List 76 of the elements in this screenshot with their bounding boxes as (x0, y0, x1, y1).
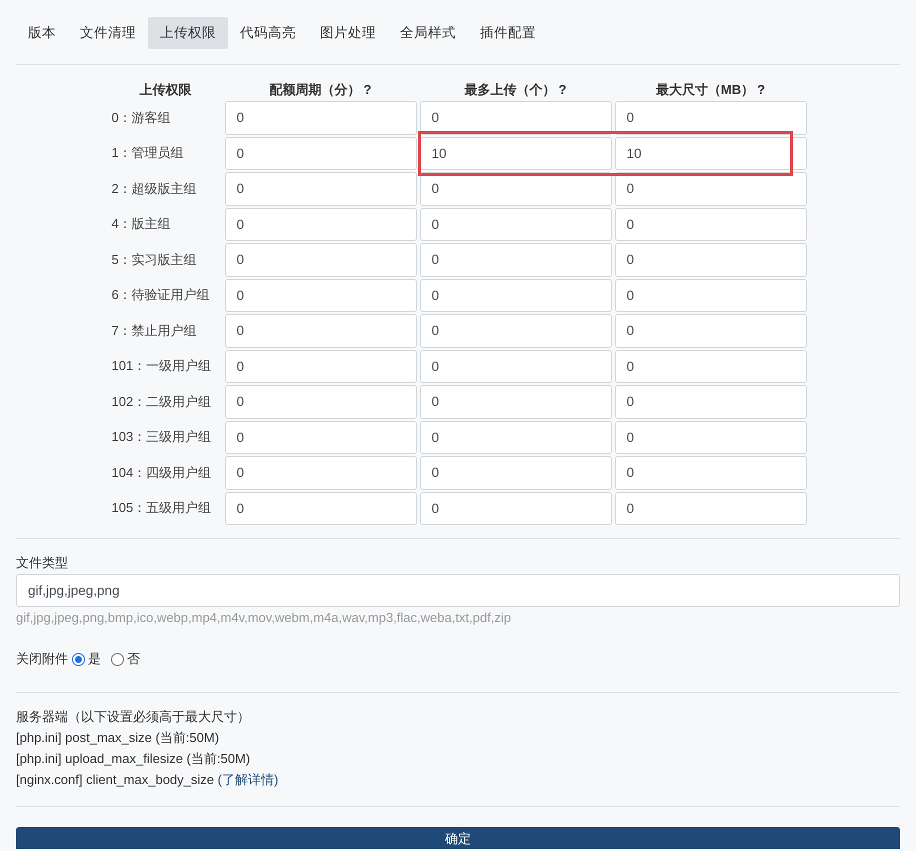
group-label: 103：三级用户组 (110, 428, 212, 446)
number-field[interactable]: 0 (420, 492, 612, 525)
column-header: 上传权限 (140, 82, 192, 97)
number-field[interactable]: 0 (224, 350, 416, 383)
number-field[interactable]: 0 (420, 208, 612, 241)
details-link[interactable]: (了解详情) (218, 772, 278, 787)
allowed-types-hint: gif,jpg,jpeg,png,bmp,ico,webp,mp4,m4v,mov,webm,m4a,wav,mp3,flac,weba,txt,pdf,zip (16, 610, 512, 626)
number-field[interactable]: 0 (224, 172, 416, 206)
number-field[interactable]: 0 (420, 385, 612, 418)
number-field[interactable]: 0 (420, 243, 612, 276)
number-field[interactable]: 0 (614, 350, 806, 383)
field-label: 文件类型 (16, 554, 69, 572)
number-field[interactable]: 0 (614, 385, 806, 418)
tab[interactable]: 全局样式 (388, 17, 468, 49)
number-field[interactable]: 0 (224, 314, 416, 348)
radio-icon[interactable] (111, 652, 124, 666)
number-field[interactable]: 0 (224, 492, 416, 525)
group-label: 7：禁止用户组 (110, 322, 198, 340)
number-field[interactable]: 10 (614, 136, 806, 170)
help-mark[interactable]: ? (558, 82, 566, 97)
number-field[interactable]: 0 (420, 101, 612, 134)
number-field[interactable]: 0 (614, 278, 806, 312)
number-field[interactable]: 0 (224, 456, 416, 490)
radio-option[interactable]: 否 (111, 651, 140, 667)
tab[interactable]: 上传权限 (148, 17, 228, 49)
group-label: 104：四级用户组 (110, 464, 212, 482)
group-label: 101：一级用户组 (110, 357, 212, 376)
number-field[interactable]: 0 (420, 456, 612, 490)
radio-option[interactable]: 是 (72, 651, 101, 667)
server-note: [php.ini] upload_max_filesize (当前:50M) (16, 750, 252, 768)
number-field[interactable]: 0 (224, 420, 416, 454)
number-field[interactable]: 0 (224, 243, 416, 276)
number-field[interactable]: 10 (420, 136, 612, 170)
tab[interactable]: 版本 (16, 17, 68, 49)
number-field[interactable]: 0 (614, 314, 806, 348)
number-field[interactable]: 0 (224, 208, 416, 241)
column-header: 配额周期（分） (270, 82, 361, 97)
number-field[interactable]: 0 (614, 420, 806, 454)
number-field[interactable]: 0 (224, 385, 416, 418)
file-types-field[interactable]: gif,jpg,jpeg,png (16, 574, 900, 607)
tab[interactable]: 文件清理 (68, 17, 148, 49)
tab[interactable]: 插件配置 (468, 17, 548, 49)
tab[interactable]: 代码高亮 (228, 17, 308, 49)
group-label: 105：五级用户组 (110, 499, 212, 518)
group-label: 2：超级版主组 (110, 180, 198, 198)
tab[interactable]: 图片处理 (308, 17, 388, 49)
number-field[interactable]: 0 (614, 243, 806, 276)
group-label: 6：待验证用户组 (110, 286, 211, 304)
server-note: [nginx.conf] client_max_body_size (了解详情) (16, 771, 280, 789)
number-field[interactable]: 0 (420, 420, 612, 454)
number-field[interactable]: 0 (420, 314, 612, 348)
number-field[interactable]: 0 (420, 172, 612, 206)
group-label: 5：实习版主组 (110, 250, 198, 269)
field-label: 关闭附件 (16, 651, 68, 667)
help-mark[interactable]: ? (757, 82, 766, 97)
number-field[interactable]: 0 (420, 278, 612, 312)
number-field[interactable]: 0 (224, 136, 416, 170)
number-field[interactable]: 0 (420, 350, 612, 383)
column-header: 最大尺寸（MB） (656, 82, 754, 97)
number-field[interactable]: 0 (614, 172, 806, 206)
group-label: 4：版主组 (110, 215, 172, 234)
submit-button[interactable]: 确定 (16, 827, 900, 849)
group-label: 0：游客组 (110, 108, 172, 127)
server-note-title: 服务器端（以下设置必须高于最大尺寸） (16, 708, 251, 726)
group-label: 1：管理员组 (110, 144, 185, 162)
number-field[interactable]: 0 (614, 456, 806, 490)
radio-icon[interactable] (72, 652, 85, 666)
group-label: 102：二级用户组 (110, 392, 212, 411)
number-field[interactable]: 0 (614, 208, 806, 241)
help-mark[interactable]: ? (364, 82, 372, 97)
number-field[interactable]: 0 (614, 492, 806, 525)
column-header: 最多上传（个） (464, 82, 556, 97)
number-field[interactable]: 0 (224, 101, 416, 134)
number-field[interactable]: 0 (224, 278, 416, 312)
number-field[interactable]: 0 (614, 101, 806, 134)
server-note: [php.ini] post_max_size (当前:50M) (16, 729, 220, 747)
